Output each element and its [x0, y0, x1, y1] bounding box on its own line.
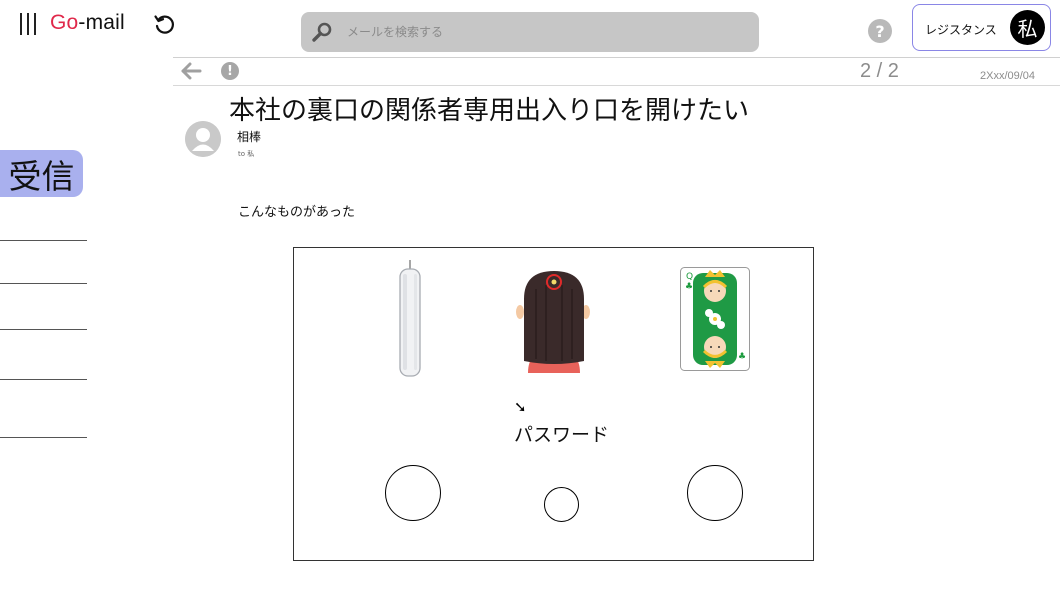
menu-icon[interactable]: [20, 13, 36, 35]
password-label: パスワード: [514, 424, 610, 446]
queen-of-clubs-card: Q ♣ ♣: [680, 267, 750, 371]
sender-name: 相棒: [237, 130, 262, 144]
candle-illustration: [399, 260, 421, 377]
puzzle-image: Q ♣ ♣ ➘ パスワード: [293, 247, 814, 561]
card-suit-top: ♣: [685, 282, 693, 292]
search-bar[interactable]: [301, 12, 759, 52]
answer-circle-middle: [544, 487, 579, 522]
sender-avatar[interactable]: [185, 121, 221, 157]
search-input[interactable]: [347, 12, 747, 52]
sidebar-item-inbox[interactable]: 受信: [0, 150, 83, 197]
email-body-text: こんなものがあった: [238, 205, 356, 220]
sidebar-divider: [0, 283, 87, 284]
sidebar-divider: [0, 379, 87, 380]
back-arrow-icon[interactable]: [180, 62, 202, 80]
email-date: 2Xxx/09/04: [980, 70, 1036, 82]
report-icon[interactable]: !: [221, 62, 239, 80]
logo-suffix: -mail: [78, 11, 125, 34]
email-subject: 本社の裏口の関係者専用出入り口を開けたい: [229, 96, 750, 126]
girl-back-illustration: [516, 271, 590, 373]
account-button[interactable]: レジスタンス 私: [912, 4, 1051, 51]
help-icon[interactable]: ?: [868, 19, 892, 43]
refresh-icon[interactable]: [152, 13, 176, 37]
logo-prefix: Go: [50, 11, 79, 34]
answer-circle-right: [687, 465, 743, 521]
pager: 2 / 2: [860, 60, 899, 82]
toolbar-divider-top: [173, 57, 1060, 58]
arrow-icon: ➘: [514, 398, 527, 416]
sidebar-divider: [0, 240, 87, 241]
app-logo[interactable]: Go-mail: [50, 11, 125, 35]
search-icon[interactable]: [311, 21, 333, 43]
avatar: 私: [1010, 10, 1045, 45]
card-rank-top: Q: [686, 272, 693, 282]
account-name: レジスタンス: [925, 23, 997, 37]
answer-circle-left: [385, 465, 441, 521]
sidebar-divider: [0, 437, 87, 438]
toolbar-divider-bottom: [173, 85, 1060, 86]
sidebar-divider: [0, 329, 87, 330]
recipient-line: to 私: [238, 150, 255, 158]
card-suit-bottom: ♣: [738, 352, 746, 362]
